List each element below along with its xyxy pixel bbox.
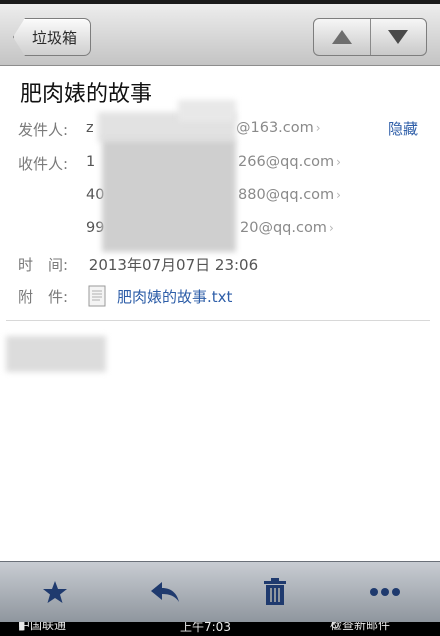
trash-icon bbox=[264, 578, 286, 605]
hide-details-link[interactable]: 隐藏 bbox=[388, 118, 418, 139]
sender-address[interactable]: @163.com › bbox=[236, 120, 321, 136]
email-subject: 肥肉婊的故事 bbox=[20, 82, 153, 107]
recipient-address[interactable]: 880@qq.com › bbox=[238, 187, 341, 203]
attachment-row: 附 件: bbox=[18, 286, 84, 307]
reply-icon bbox=[151, 582, 179, 602]
sender-address-prefix[interactable]: z bbox=[86, 120, 94, 136]
flag-button[interactable] bbox=[30, 572, 80, 612]
chevron-right-icon: › bbox=[328, 221, 334, 235]
navigation-bar: 垃圾箱 bbox=[0, 4, 440, 66]
time-label: 时 间: bbox=[18, 256, 69, 274]
attachment-link[interactable]: 肥肉婊的故事.txt bbox=[117, 286, 232, 307]
from-label: 发件人: bbox=[18, 121, 69, 139]
redaction-mosaic bbox=[102, 140, 236, 252]
time-value: 2013年07月07日 23:06 bbox=[88, 256, 259, 274]
redaction-mosaic bbox=[178, 100, 236, 122]
time-row: 时 间: 2013年07月07日 23:06 bbox=[18, 254, 258, 275]
chevron-right-icon: › bbox=[315, 121, 321, 135]
triangle-up-icon bbox=[331, 30, 352, 44]
more-icon bbox=[370, 588, 400, 596]
back-button-label: 垃圾箱 bbox=[32, 28, 78, 47]
chevron-right-icon: › bbox=[336, 155, 341, 169]
recipient-address[interactable]: 266@qq.com › bbox=[238, 154, 341, 170]
star-icon bbox=[43, 581, 67, 603]
redaction-mosaic bbox=[6, 336, 106, 372]
reply-button[interactable] bbox=[140, 572, 190, 612]
recipient-prefix[interactable]: 1 bbox=[86, 154, 95, 170]
delete-button[interactable] bbox=[250, 572, 300, 612]
message-navigation-control bbox=[313, 18, 427, 56]
more-button[interactable] bbox=[360, 572, 410, 612]
text-file-icon[interactable] bbox=[88, 285, 106, 307]
header-divider bbox=[6, 320, 430, 321]
previous-message-button[interactable] bbox=[314, 19, 370, 55]
to-label: 收件人: bbox=[18, 155, 69, 173]
recipient-address[interactable]: 20@qq.com › bbox=[240, 220, 334, 236]
next-message-button[interactable] bbox=[369, 19, 427, 55]
chevron-right-icon: › bbox=[336, 188, 341, 202]
status-bar: ▮ 中国联通 上午7:03 ↻ 检查新邮件 bbox=[0, 622, 440, 636]
bottom-toolbar bbox=[0, 561, 440, 622]
back-to-trash-button[interactable]: 垃圾箱 bbox=[13, 18, 91, 56]
to-row: 收件人: bbox=[18, 153, 84, 174]
triangle-down-icon bbox=[388, 30, 409, 44]
from-row: 发件人: bbox=[18, 119, 84, 140]
status-clock: 上午7:03 bbox=[180, 622, 231, 634]
attachment-label: 附 件: bbox=[18, 288, 69, 306]
